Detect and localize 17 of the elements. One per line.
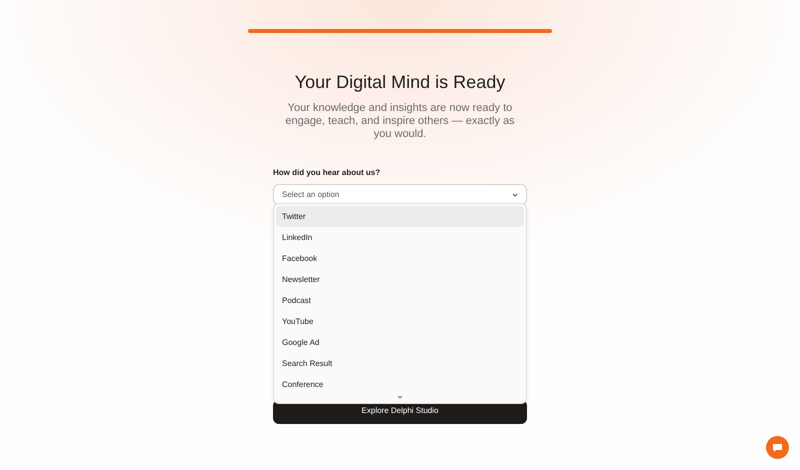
dropdown-option[interactable]: LinkedIn [276, 227, 524, 248]
scroll-down-icon [397, 395, 403, 399]
chat-button[interactable] [766, 436, 789, 459]
dropdown-option[interactable]: Conference [276, 374, 524, 395]
page-title: Your Digital Mind is Ready [294, 71, 506, 93]
dropdown-option[interactable]: Podcast [276, 290, 524, 311]
select-field[interactable]: Select an option [273, 184, 527, 205]
dropdown-option[interactable]: Facebook [276, 248, 524, 269]
field-label: How did you hear about us? [273, 167, 382, 179]
dropdown-option[interactable]: Newsletter [276, 269, 524, 290]
chevron-icon [512, 192, 518, 196]
dropdown-option[interactable]: YouTube [276, 311, 524, 332]
subtitle: Your knowledge and insights are now ready to engage, teach, and inspire others — exactly as you would. [284, 102, 516, 141]
chat-icon [772, 442, 783, 452]
dropdown-option[interactable]: Google Ad [276, 332, 524, 353]
dropdown-option[interactable]: Twitter [276, 206, 524, 227]
dropdown-option[interactable]: Search Result [276, 353, 524, 374]
